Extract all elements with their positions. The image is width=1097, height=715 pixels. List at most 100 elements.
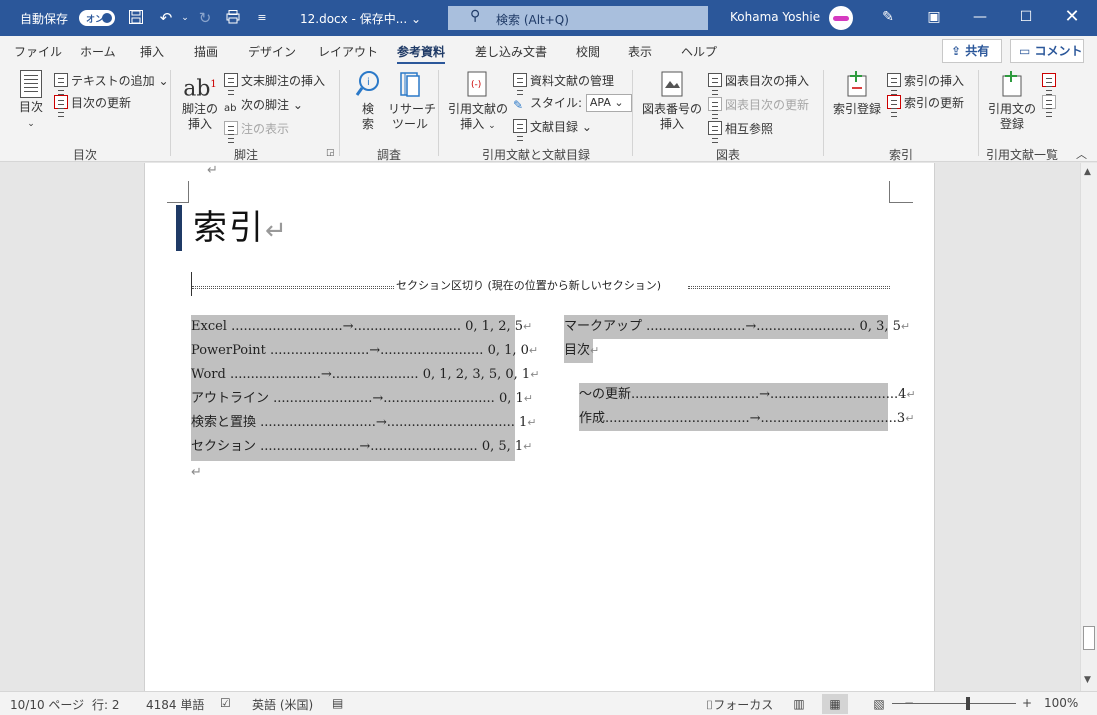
tab-home[interactable]: ホーム [80,43,116,60]
update-tof-button: 図表目次の更新 [708,96,809,114]
dialog-launcher-icon[interactable]: ◲ [326,148,335,158]
tab-mailings[interactable]: 差し込み文書 [475,43,547,60]
zoom-in-button[interactable]: + [1022,696,1032,710]
print-layout-icon[interactable]: ▦ [822,694,848,714]
search-icon: ⚲ [470,8,481,24]
zoom-slider-thumb[interactable] [966,697,970,710]
next-footnote-button[interactable]: ab 次の脚注 ⌄ [224,96,303,114]
comments-button[interactable]: ▭ コメント [1010,39,1084,63]
redo-icon[interactable]: ↻ [195,9,215,27]
style-selector[interactable]: ✎ スタイル: APA ⌄ [513,94,632,112]
avatar[interactable] [829,6,853,30]
tab-help[interactable]: ヘルプ [681,43,717,60]
mark-citation-button[interactable]: 引用文の 登録 [986,70,1038,132]
save-icon[interactable] [126,9,146,27]
user-name[interactable]: Kohama Yoshie [730,10,820,24]
macro-record-icon[interactable]: ▤ [332,696,343,710]
collapse-ribbon-icon[interactable]: ︿ [1076,146,1087,162]
update-toc-button[interactable]: 目次の更新 [54,94,131,112]
language-indicator[interactable]: 英語 (米国) [252,696,313,713]
chevron-down-icon: ⌄ [27,119,35,129]
scroll-thumb[interactable] [1083,626,1095,650]
insert-citation-button[interactable]: (-) 引用文献の 挿入 ⌄ [446,70,510,134]
word-count[interactable]: 4184 単語 [146,696,204,713]
scroll-down-icon[interactable]: ▼ [1084,675,1091,685]
paragraph-mark: ↵ [905,412,915,425]
researcher-button[interactable]: リサーチ ツール [388,70,436,132]
status-bar: 10/10 ページ 行: 2 4184 単語 ☑ 英語 (米国) ▤ ⌷フォーカ… [0,691,1097,715]
index-subentry[interactable]: ～の更新...............................→....… [579,383,916,407]
read-mode-icon[interactable]: ▥ [786,694,812,714]
undo-icon[interactable]: ↶ [156,9,176,27]
document-title[interactable]: 12.docx - 保存中... ⌄ [300,10,421,27]
word-window: 自動保存 オン ↶ ⌄ ↻ ≡ 12.docx - 保存中... ⌄ ⚲ 検索 … [0,0,1097,715]
footnote-ab-glyph: ab [183,76,211,102]
index-leader: ......................→.................… [229,367,419,382]
autosave-toggle[interactable]: オン [79,10,115,26]
index-heading[interactable]: 索引↵ [193,205,289,254]
insert-tof-button[interactable]: 図表目次の挿入 [708,72,809,90]
index-subentry[interactable]: 作成...................................→..… [579,407,914,431]
index-entry[interactable]: Excel ...........................→......… [191,315,532,339]
bibliography-label: 文献目録 [530,120,579,134]
index-entry[interactable]: 検索と置換 ............................→.....… [191,411,537,435]
tab-design[interactable]: デザイン [248,43,296,60]
index-entry[interactable]: Word ......................→............… [191,363,539,387]
page-count[interactable]: 10/10 ページ [10,696,84,713]
designer-pen-icon[interactable]: ✎ [865,0,911,36]
update-index-button[interactable]: 索引の更新 [887,94,964,112]
undo-dropdown-icon[interactable]: ⌄ [175,9,195,27]
scroll-up-icon[interactable]: ▲ [1084,167,1091,177]
web-layout-icon[interactable]: ▧ [866,694,892,714]
proofing-icon[interactable]: ☑ [220,696,231,710]
tab-draw[interactable]: 描画 [194,43,218,60]
bibliography-button[interactable]: 文献目録 ⌄ [513,118,592,136]
line-number[interactable]: 行: 2 [92,696,120,713]
ribbon-display-icon[interactable]: ▣ [911,0,957,36]
tab-references[interactable]: 参考資料 [397,43,446,65]
tab-insert[interactable]: 挿入 [140,43,164,60]
share-button[interactable]: ⇪ 共有 [942,39,1002,63]
paragraph-mark: ↵ [528,344,539,357]
index-leader: ........................→...............… [646,319,856,334]
close-icon[interactable]: ✕ [1049,0,1095,36]
index-term: Excel [191,319,227,334]
index-entry[interactable]: 目次↵ [564,339,599,363]
tab-view[interactable]: 表示 [628,43,652,60]
zoom-level[interactable]: 100% [1044,696,1078,710]
update-tof-icon [708,97,722,111]
style-dropdown[interactable]: APA ⌄ [585,94,632,112]
insert-caption-button[interactable]: 図表番号の 挿入 [640,70,704,132]
add-text-button[interactable]: テキストの追加 ⌄ [54,72,169,90]
tab-review[interactable]: 校閲 [576,43,600,60]
search-button[interactable]: i 検索 [352,70,384,132]
ribbon: 目次 ⌄ テキストの追加 ⌄ 目次の更新 目次 ab1 脚注の 挿入 文末脚注の挿入… [0,64,1097,162]
tab-file[interactable]: ファイル [14,43,62,60]
insert-toa-button[interactable] [1042,72,1059,90]
cross-reference-button[interactable]: 相互参照 [708,120,773,138]
paragraph-mark: ↵ [590,344,600,357]
zoom-slider[interactable] [892,703,1016,704]
mark-entry-button[interactable]: 索引登録 [830,70,884,117]
minimize-icon[interactable]: — [957,0,1003,36]
index-entry[interactable]: マークアップ ........................→........… [564,315,910,339]
focus-mode-button[interactable]: ⌷フォーカス [706,696,773,713]
insert-index-button[interactable]: 索引の挿入 [887,72,964,90]
index-entry[interactable]: PowerPoint ........................→....… [191,339,538,363]
chevron-down-icon: ⌄ [488,121,496,131]
toggle-knob [102,13,112,23]
search-box[interactable]: ⚲ 検索 (Alt+Q) [448,6,708,30]
index-entry[interactable]: アウトライン ........................→........… [191,387,533,411]
index-entry[interactable]: セクション ........................→.........… [191,435,532,459]
quick-print-icon[interactable] [223,9,243,27]
maximize-icon[interactable]: ☐ [1003,0,1049,36]
customize-qat-icon[interactable]: ≡ [252,9,272,27]
manage-sources-button[interactable]: 資料文献の管理 [513,72,614,90]
vertical-scrollbar[interactable]: ▲ ▼ [1080,163,1097,691]
tab-layout[interactable]: レイアウト [318,43,378,60]
insert-endnote-button[interactable]: 文末脚注の挿入 [224,72,325,90]
insert-footnote-button[interactable]: ab1 脚注の 挿入 [178,70,222,132]
insert-footnote-label-2: 挿入 [187,117,212,131]
index-term: PowerPoint [191,343,266,358]
toc-button[interactable]: 目次 ⌄ [14,70,48,132]
